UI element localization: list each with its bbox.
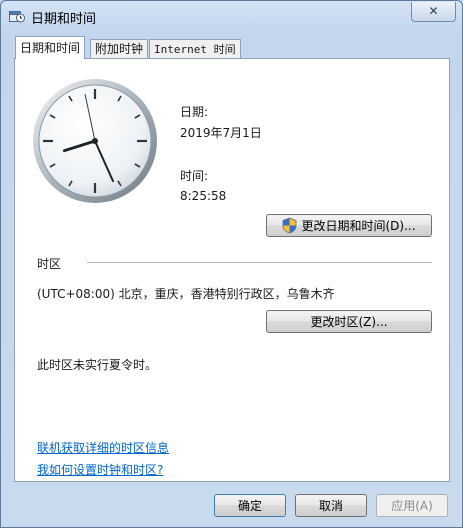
time-value: 8:25:58 [180, 189, 227, 203]
time-label: 时间: [180, 169, 209, 183]
online-timezone-info-link[interactable]: 联机获取详细的时区信息 [37, 439, 169, 456]
tab-date-time[interactable]: 日期和时间 [15, 36, 86, 59]
tab-internet-time[interactable]: Internet 时间 [149, 39, 241, 58]
how-to-set-clock-link[interactable]: 我如何设置时钟和时区? [37, 461, 163, 478]
change-timezone-button[interactable]: 更改时区(Z)... [266, 310, 432, 333]
analog-clock [33, 79, 157, 203]
timezone-divider [87, 262, 432, 263]
cancel-button[interactable]: 取消 [295, 494, 367, 517]
timezone-section-label: 时区 [37, 257, 62, 271]
date-time-dialog: 日期和时间 ✕ 日期和时间 附加时钟 Internet 时间 日期: 2019年… [0, 0, 463, 528]
change-date-time-button[interactable]: 更改日期和时间(D)... [266, 214, 432, 237]
dst-note: 此时区未实行夏令时。 [37, 358, 158, 372]
date-value: 2019年7月1日 [180, 126, 262, 140]
tab-panel: 日期: 2019年7月1日 时间: 8:25:58 更改日期和时间(D)... … [14, 58, 450, 482]
timezone-value: (UTC+08:00) 北京，重庆，香港特别行政区，乌鲁木齐 [37, 287, 335, 301]
tab-additional-clocks[interactable]: 附加时钟 [90, 39, 149, 58]
close-button[interactable]: ✕ [411, 2, 456, 22]
uac-shield-icon [283, 217, 297, 234]
close-icon: ✕ [428, 4, 439, 18]
calendar-clock-icon [9, 11, 25, 23]
apply-button[interactable]: 应用(A) [376, 494, 448, 517]
ok-button[interactable]: 确定 [214, 494, 286, 517]
window-title: 日期和时间 [31, 12, 97, 27]
change-date-time-label: 更改日期和时间(D)... [301, 219, 416, 233]
date-label: 日期: [180, 105, 209, 119]
title-bar[interactable]: 日期和时间 ✕ [1, 1, 462, 31]
